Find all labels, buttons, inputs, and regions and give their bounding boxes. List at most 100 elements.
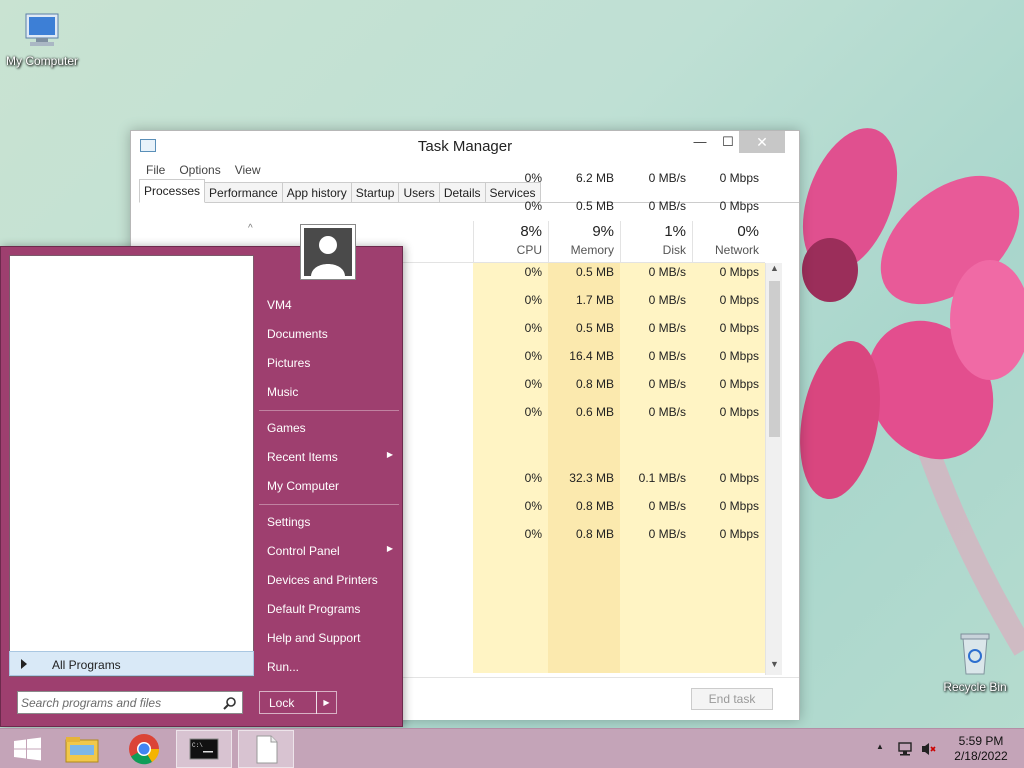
cell-network: 0 Mbps	[719, 499, 759, 513]
start-item-label: Recent Items	[267, 450, 338, 464]
recycle-bin-label: Recycle Bin	[943, 680, 1007, 694]
cell-disk: 0 MB/s	[648, 377, 686, 391]
document-button[interactable]	[238, 730, 294, 768]
start-item-pictures[interactable]: Pictures	[259, 350, 399, 376]
start-search-box[interactable]	[17, 691, 243, 714]
taskbar: C:\ ▲ 5:59 PM 2/18/2022	[0, 728, 1024, 768]
cell-memory: 0.5 MB	[575, 199, 614, 213]
chrome-icon	[129, 734, 160, 765]
cell-disk: 0 MB/s	[648, 527, 686, 541]
start-icon	[14, 737, 41, 761]
file-explorer-icon	[65, 737, 99, 763]
cell-network: 0 Mbps	[719, 293, 759, 307]
scroll-down-icon[interactable]: ▼	[766, 659, 783, 675]
user-silhouette-icon	[311, 236, 345, 276]
cell-disk: 0 MB/s	[648, 199, 686, 213]
start-item-label: VM4	[267, 298, 292, 312]
cell-cpu: 0%	[524, 293, 542, 307]
cell-disk: 0 MB/s	[648, 349, 686, 363]
my-computer-label: My Computer	[5, 54, 79, 68]
cell-network: 0 Mbps	[719, 265, 759, 279]
recycle-bin-desktop-icon[interactable]: Recycle Bin	[933, 630, 1017, 694]
search-icon[interactable]	[223, 696, 237, 710]
start-item-settings[interactable]: Settings	[259, 509, 399, 535]
cell-memory: 0.8 MB	[575, 527, 614, 541]
submenu-arrow-icon: ▶	[386, 450, 393, 459]
cell-network: 0 Mbps	[719, 349, 759, 363]
scroll-thumb[interactable]	[769, 281, 780, 437]
start-item-label: Help and Support	[267, 631, 361, 645]
cell-cpu: 0%	[524, 471, 542, 485]
user-avatar[interactable]	[301, 225, 355, 279]
start-item-run[interactable]: Run...	[259, 654, 399, 680]
cell-cpu: 0%	[524, 349, 542, 363]
cell-memory: 32.3 MB	[569, 471, 614, 485]
task-manager-titlebar[interactable]: Task Manager — ☐ ✕	[131, 131, 799, 161]
start-item-label: Settings	[267, 515, 311, 529]
volume-muted-icon[interactable]	[920, 741, 938, 757]
network-icon[interactable]	[897, 741, 915, 757]
cell-network: 0 Mbps	[719, 527, 759, 541]
start-item-control-panel[interactable]: Control Panel ▶	[259, 538, 399, 564]
cell-disk: 0 MB/s	[648, 405, 686, 419]
start-item-documents[interactable]: Documents	[259, 321, 399, 347]
close-button[interactable]: ✕	[739, 131, 785, 153]
start-item-devices-and-printers[interactable]: Devices and Printers	[259, 567, 399, 593]
start-item-vm4[interactable]: VM4	[259, 292, 399, 318]
cell-memory: 0.8 MB	[575, 499, 614, 513]
start-item-label: Documents	[267, 327, 328, 341]
chrome-button[interactable]	[116, 730, 172, 768]
clock-time: 5:59 PM	[958, 734, 1004, 748]
start-item-recent-items[interactable]: Recent Items ▶	[259, 444, 399, 470]
start-item-label: Music	[267, 385, 299, 399]
search-input[interactable]	[21, 694, 217, 711]
file-explorer-button[interactable]	[54, 730, 110, 768]
start-menu-separator	[259, 410, 399, 411]
computer-icon	[25, 13, 59, 46]
start-item-label: Control Panel	[267, 544, 340, 558]
cell-cpu: 0%	[524, 199, 542, 213]
lock-button[interactable]: Lock	[259, 691, 317, 714]
all-programs-button[interactable]: All Programs	[9, 651, 254, 676]
cell-network: 0 Mbps	[719, 321, 759, 335]
cell-memory: 0.8 MB	[575, 377, 614, 391]
tray-chevron-icon[interactable]: ▲	[876, 742, 884, 768]
cell-memory: 0.5 MB	[575, 321, 614, 335]
cell-cpu: 0%	[524, 405, 542, 419]
command-prompt-icon: C:\	[189, 738, 219, 760]
start-button[interactable]	[0, 730, 56, 768]
command-prompt-button[interactable]: C:\	[176, 730, 232, 768]
clock-date: 2/18/2022	[954, 749, 1008, 763]
scroll-up-icon[interactable]: ▲	[766, 263, 783, 279]
system-clock[interactable]: 5:59 PM 2/18/2022	[945, 734, 1017, 764]
recycle-bin-icon	[960, 633, 990, 675]
start-item-help-and-support[interactable]: Help and Support	[259, 625, 399, 651]
start-item-my-computer[interactable]: My Computer	[259, 473, 399, 499]
start-item-games[interactable]: Games	[259, 415, 399, 441]
cell-disk: 0 MB/s	[648, 265, 686, 279]
start-item-music[interactable]: Music	[259, 379, 399, 405]
start-item-label: My Computer	[267, 479, 340, 493]
cell-memory: 6.2 MB	[575, 171, 614, 185]
cell-disk: 0 MB/s	[648, 293, 686, 307]
cell-cpu: 0%	[524, 265, 542, 279]
my-computer-desktop-icon[interactable]: My Computer	[0, 10, 84, 68]
table-row[interactable]: 0% 0.5 MB 0 MB/s 0 Mbps	[131, 192, 765, 220]
cell-memory: 1.7 MB	[575, 293, 614, 307]
cell-network: 0 Mbps	[719, 405, 759, 419]
end-task-button[interactable]: End task	[691, 688, 773, 710]
cell-cpu: 0%	[524, 499, 542, 513]
cell-memory: 16.4 MB	[569, 349, 614, 363]
start-item-label: Run...	[267, 660, 300, 674]
power-options-arrow-icon[interactable]: ▶	[316, 691, 337, 714]
cell-network: 0 Mbps	[719, 199, 759, 213]
cell-cpu: 0%	[524, 527, 542, 541]
vertical-scrollbar[interactable]: ▲ ▼	[765, 263, 782, 675]
document-icon	[256, 735, 278, 764]
start-item-label: Pictures	[267, 356, 311, 370]
start-menu-programs-pane	[9, 255, 254, 677]
table-row[interactable]: 0% 6.2 MB 0 MB/s 0 Mbps	[131, 164, 765, 192]
all-programs-label: All Programs	[52, 658, 121, 672]
start-item-default-programs[interactable]: Default Programs	[259, 596, 399, 622]
minimize-button[interactable]: —	[685, 131, 715, 153]
